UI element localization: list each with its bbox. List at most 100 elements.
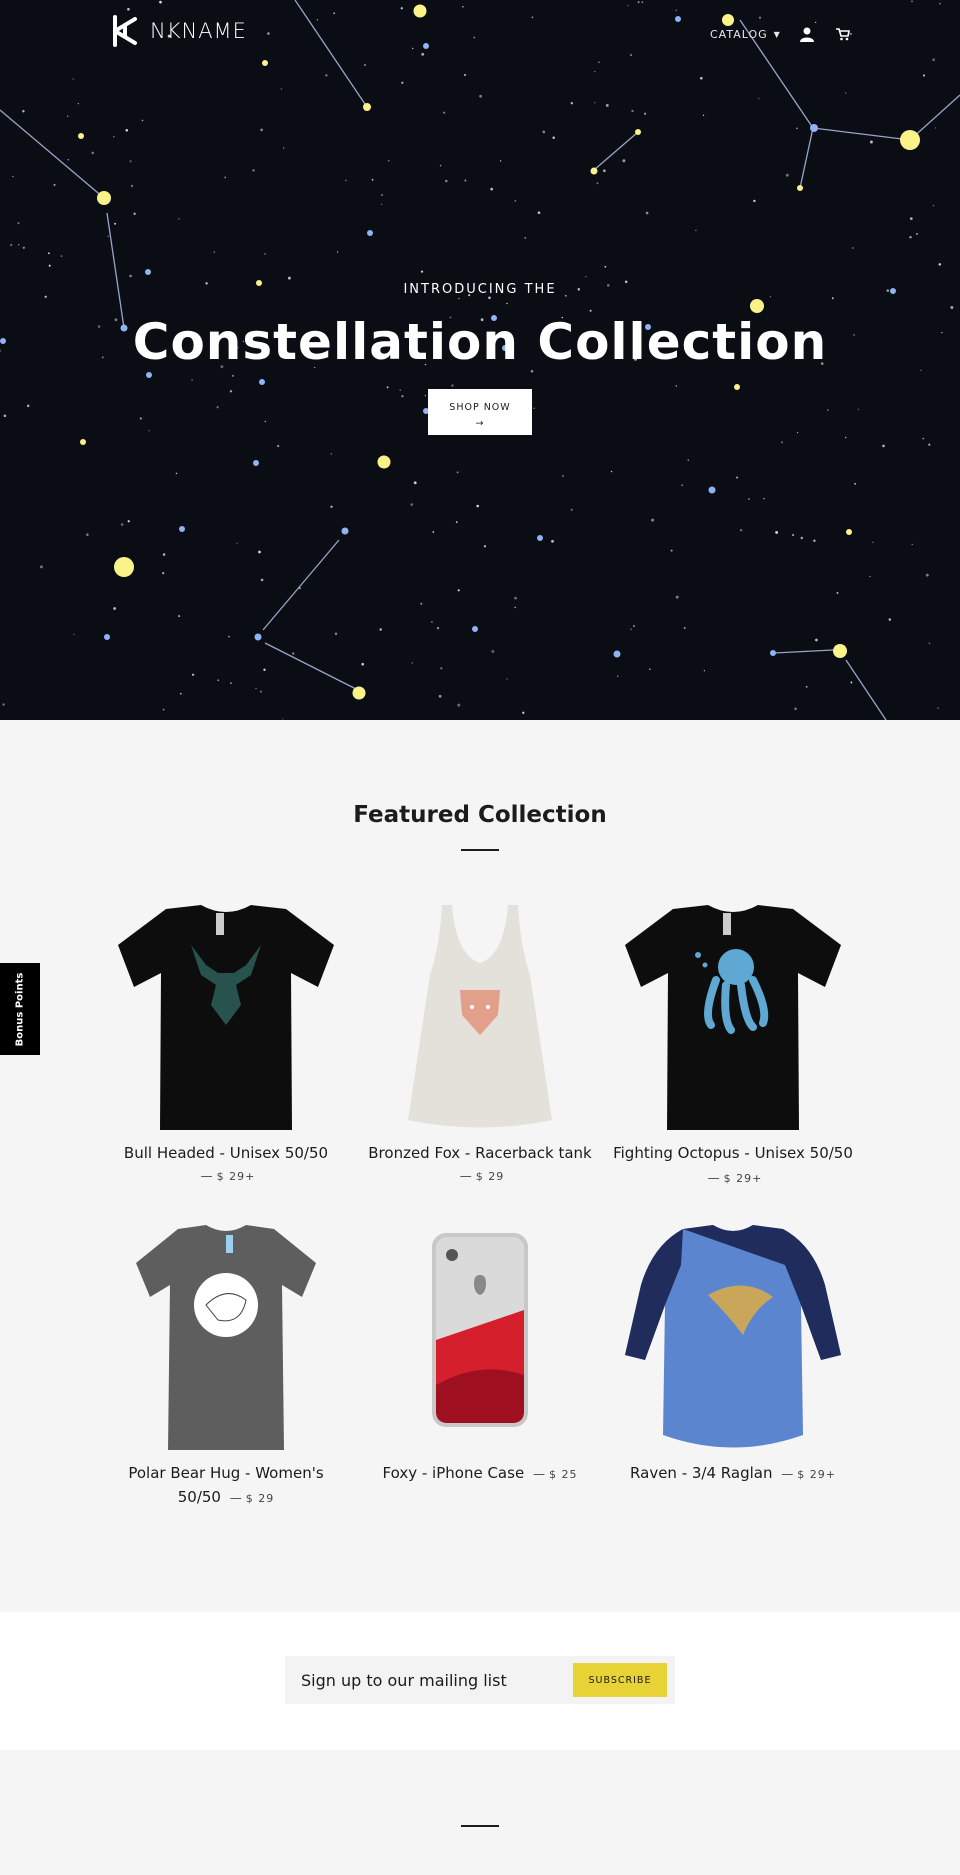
tiny-star bbox=[645, 211, 649, 215]
tiny-star bbox=[758, 97, 760, 100]
product-card[interactable]: Raven - 3/4 Raglan — $ 29+ bbox=[613, 1225, 853, 1487]
tiny-star bbox=[603, 169, 606, 172]
logo[interactable]: NKNAME bbox=[108, 14, 247, 48]
site-header: NKNAME CATALOG ▼ bbox=[0, 0, 960, 70]
tiny-star bbox=[928, 642, 931, 645]
bonus-points-label: Bonus Points bbox=[14, 972, 26, 1046]
price-separator: — bbox=[781, 1467, 794, 1481]
email-field[interactable] bbox=[285, 1670, 573, 1690]
tiny-star bbox=[938, 263, 942, 266]
product-card[interactable]: Bull Headed - Unisex 50/50 — $ 29+ bbox=[106, 905, 346, 1184]
tiny-star bbox=[670, 549, 673, 552]
tiny-star bbox=[524, 237, 526, 239]
tiny-star bbox=[596, 182, 599, 185]
product-card[interactable]: Bronzed Fox - Racerback tank — $ 29 bbox=[360, 905, 600, 1184]
account-icon[interactable] bbox=[797, 24, 817, 44]
tiny-star bbox=[514, 199, 517, 202]
tiny-star bbox=[178, 218, 180, 220]
tiny-star bbox=[631, 109, 634, 113]
product-image[interactable] bbox=[360, 905, 600, 1135]
tiny-star bbox=[379, 628, 382, 631]
tiny-star bbox=[700, 76, 703, 80]
nav-catalog-dropdown[interactable]: CATALOG ▼ bbox=[710, 28, 781, 41]
tiny-star bbox=[410, 503, 413, 506]
tiny-star bbox=[283, 147, 285, 149]
product-name-text: Raven - 3/4 Raglan bbox=[630, 1464, 773, 1482]
tiny-star bbox=[91, 151, 95, 155]
tiny-star bbox=[836, 591, 839, 594]
tiny-star bbox=[260, 128, 263, 132]
product-image[interactable] bbox=[613, 1225, 853, 1455]
bonus-points-tab[interactable]: Bonus Points bbox=[0, 963, 40, 1055]
tiny-star bbox=[213, 251, 216, 253]
tiny-star bbox=[594, 70, 596, 73]
product-image[interactable] bbox=[360, 1225, 600, 1455]
tiny-star bbox=[263, 668, 266, 671]
tiny-star bbox=[292, 652, 295, 655]
tiny-star bbox=[420, 602, 423, 605]
tiny-star bbox=[703, 670, 706, 672]
tiny-star bbox=[457, 589, 460, 592]
product-price: $ 29 bbox=[475, 1170, 505, 1183]
tiny-star bbox=[17, 221, 20, 225]
tiny-star bbox=[387, 159, 390, 162]
tiny-star bbox=[850, 681, 853, 684]
product-price: $ 29+ bbox=[216, 1170, 256, 1183]
tiny-star bbox=[909, 217, 913, 220]
tiny-star bbox=[191, 673, 195, 676]
subscribe-button[interactable]: SUBSCRIBE bbox=[573, 1663, 667, 1697]
tiny-star bbox=[236, 542, 238, 544]
tiny-star bbox=[72, 78, 74, 80]
cart-icon[interactable] bbox=[833, 24, 853, 44]
tiny-star bbox=[483, 545, 487, 548]
tiny-star bbox=[228, 635, 231, 638]
price-separator: — bbox=[532, 1467, 545, 1481]
logo-mark-icon bbox=[113, 15, 137, 47]
tiny-star bbox=[785, 173, 789, 177]
tiny-star bbox=[130, 184, 134, 188]
price-separator: — bbox=[229, 1491, 242, 1505]
product-image[interactable] bbox=[106, 1225, 346, 1455]
tiny-star bbox=[622, 159, 626, 163]
tiny-star bbox=[551, 539, 554, 543]
tiny-star bbox=[925, 573, 929, 577]
product-name: Bull Headed - Unisex 50/50 bbox=[123, 1144, 329, 1162]
product-card[interactable]: Polar Bear Hug - Women's 50/50 — $ 29 bbox=[106, 1225, 346, 1511]
shop-now-button[interactable]: SHOP NOW → bbox=[428, 389, 532, 435]
tiny-star bbox=[445, 179, 448, 183]
tiny-star bbox=[479, 94, 482, 98]
tiny-star bbox=[909, 235, 912, 239]
tiny-star bbox=[796, 127, 798, 130]
nav-catalog-label: CATALOG bbox=[710, 27, 768, 41]
tiny-star bbox=[401, 81, 404, 84]
tiny-star bbox=[175, 472, 178, 475]
tiny-star bbox=[463, 73, 467, 77]
tiny-star bbox=[12, 175, 14, 178]
tiny-star bbox=[911, 543, 913, 546]
tiny-star bbox=[2, 703, 5, 706]
product-image[interactable] bbox=[613, 905, 853, 1135]
tiny-star bbox=[162, 571, 165, 575]
tiny-star bbox=[464, 179, 467, 182]
tiny-star bbox=[651, 518, 655, 522]
product-card[interactable]: Foxy - iPhone Case — $ 25 bbox=[360, 1225, 600, 1487]
hero-title: Constellation Collection bbox=[132, 313, 828, 371]
tiny-star bbox=[39, 565, 43, 569]
tiny-star bbox=[255, 687, 257, 690]
tiny-star bbox=[436, 626, 440, 630]
tiny-star bbox=[869, 575, 871, 578]
tiny-star bbox=[298, 587, 301, 590]
tiny-star bbox=[922, 74, 926, 77]
tiny-star bbox=[440, 667, 443, 670]
tiny-star bbox=[681, 484, 683, 486]
product-image[interactable] bbox=[106, 905, 346, 1135]
tiny-star bbox=[47, 252, 50, 255]
tiny-star bbox=[937, 707, 939, 710]
product-card[interactable]: Fighting Octopus - Unisex 50/50 — $ 29+ bbox=[613, 905, 853, 1191]
shop-now-label: SHOP NOW bbox=[449, 402, 511, 413]
tiny-star bbox=[413, 481, 417, 485]
tiny-star bbox=[630, 628, 632, 631]
tiny-star bbox=[491, 650, 495, 653]
tiny-star bbox=[224, 176, 227, 179]
tiny-star bbox=[67, 158, 70, 161]
